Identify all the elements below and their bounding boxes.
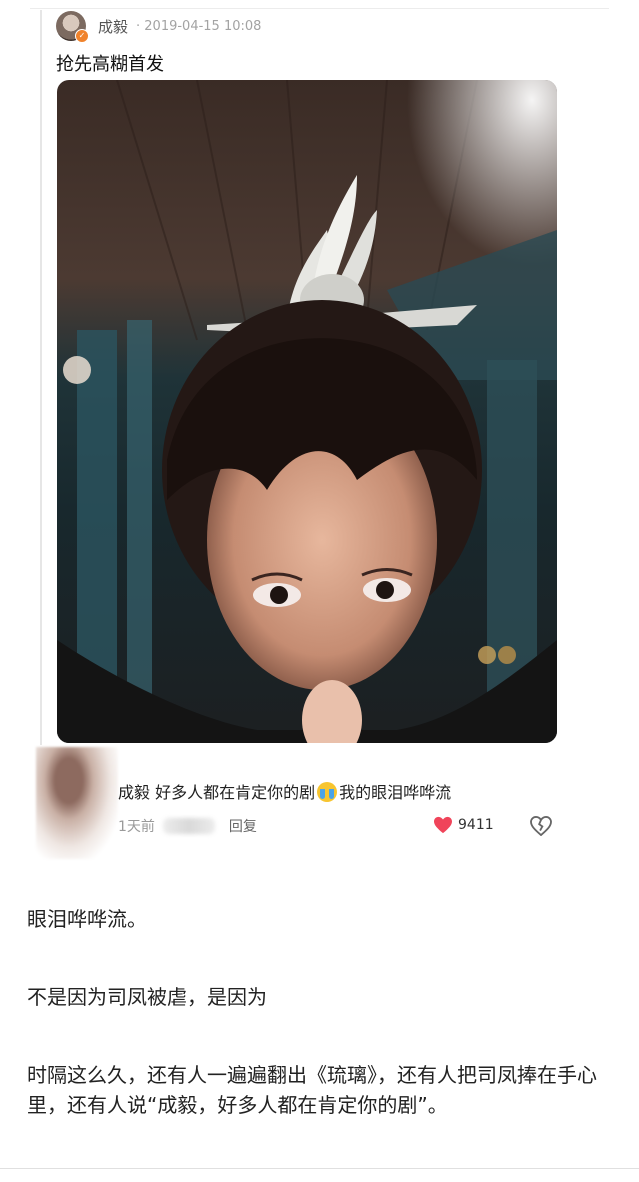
quote-bar	[40, 10, 42, 745]
author-name[interactable]: 成毅	[98, 16, 128, 37]
article-paragraph-2: 不是因为司凤被虐，是因为	[27, 985, 267, 1009]
comment-meta: 1天前 回复	[118, 816, 257, 836]
crying-face-icon	[317, 782, 338, 802]
heart-icon	[434, 816, 452, 834]
post-text: 抢先高糊首发	[56, 54, 164, 75]
comment-text-after: 我的眼泪哗哗流	[339, 783, 452, 802]
post-header: ✓ 成毅 · 2019-04-15 10:08	[56, 10, 262, 43]
comment-text: 成毅 好多人都在肯定你的剧 我的眼泪哗哗流	[118, 779, 451, 803]
author-avatar[interactable]: ✓	[56, 11, 89, 43]
commenter-avatar[interactable]	[36, 747, 118, 859]
bottom-divider	[0, 1168, 639, 1169]
comment-time: 1天前	[118, 819, 155, 835]
article-paragraph-3: 时隔这么久，还有人一遍遍翻出《琉璃》，还有人把司凤捧在手心里，还有人说“成毅，好…	[27, 1063, 597, 1117]
verified-badge-icon: ✓	[75, 29, 89, 43]
top-divider	[30, 8, 609, 9]
selfie-photo	[57, 80, 557, 743]
broken-heart-icon[interactable]	[530, 816, 552, 836]
comment: 成毅 好多人都在肯定你的剧 我的眼泪哗哗流 1天前 回复 9411	[0, 745, 639, 865]
comment-text-before: 成毅 好多人都在肯定你的剧	[118, 783, 316, 802]
post-time: · 2019-04-15 10:08	[136, 18, 262, 34]
reply-button[interactable]: 回复	[229, 816, 257, 836]
like-count: 9411	[458, 817, 494, 833]
commenter-name-blurred	[162, 818, 215, 834]
post-photo[interactable]	[57, 80, 557, 743]
article-paragraph-1: 眼泪哗哗流。	[27, 907, 147, 931]
like-button[interactable]: 9411	[433, 816, 494, 834]
